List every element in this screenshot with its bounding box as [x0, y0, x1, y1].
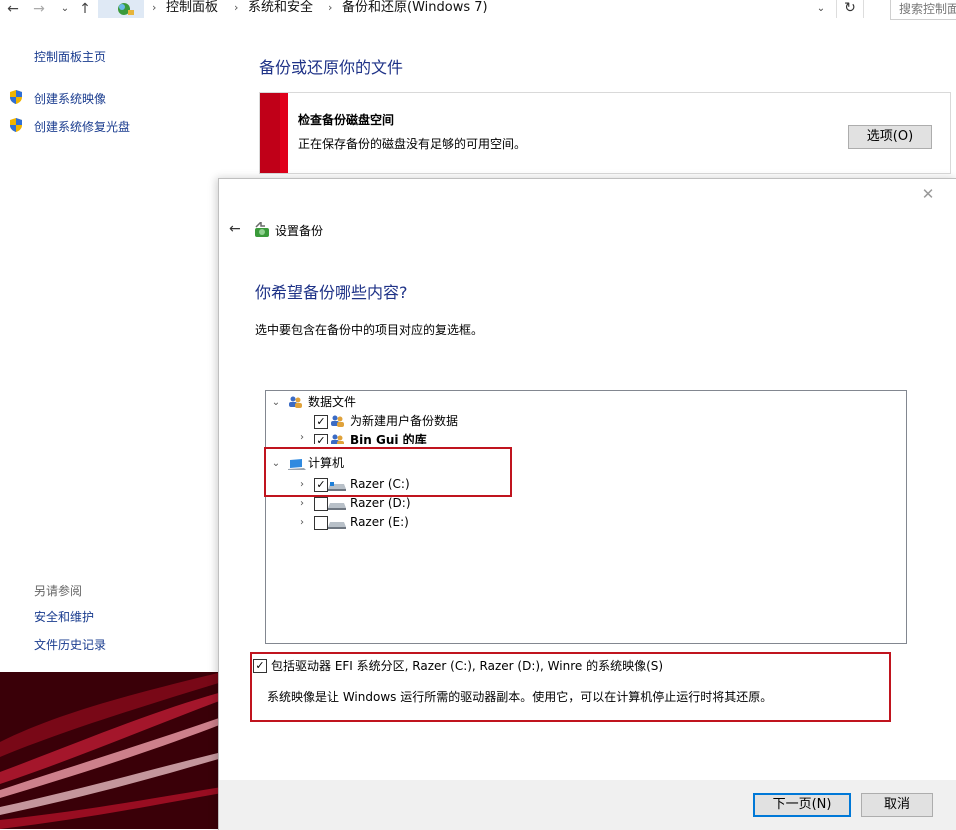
- warning-title: 检查备份磁盘空间: [298, 113, 395, 127]
- backup-items-tree[interactable]: ⌄ 数据文件 ✓ 为新建用户备份数据 › ✓ Bin Gui 的库 ⌄ 计算机 …: [265, 390, 907, 644]
- file-history-link[interactable]: 文件历史记录: [34, 636, 106, 653]
- users-icon: [331, 415, 344, 427]
- checkbox-new-users[interactable]: ✓: [314, 415, 328, 429]
- tree-item-new-users[interactable]: ✓ 为新建用户备份数据: [270, 412, 570, 431]
- wallpaper-art: [0, 672, 222, 829]
- uac-shield-icon: [10, 90, 22, 104]
- warning-description: 正在保存备份的磁盘没有足够的可用空间。: [298, 137, 527, 151]
- close-icon[interactable]: ✕: [919, 185, 937, 203]
- address-bar: ← → ⌄ ↑ › 控制面板 › 系统和安全 › 备份和还原(Windows 7…: [0, 0, 956, 22]
- search-input[interactable]: 搜索控制面板: [890, 0, 956, 20]
- tree-item-library[interactable]: › ✓ Bin Gui 的库: [270, 431, 570, 444]
- users-icon: [289, 396, 302, 408]
- tree-item-label: 为新建用户备份数据: [350, 414, 459, 428]
- refresh-icon[interactable]: ↻: [836, 0, 864, 18]
- next-button[interactable]: 下一页(N): [753, 793, 851, 817]
- back-arrow-icon[interactable]: ←: [229, 221, 241, 237]
- breadcrumb-backup-restore[interactable]: 备份和还原(Windows 7): [342, 0, 488, 18]
- create-repair-disc-link[interactable]: 创建系统修复光盘: [34, 118, 130, 135]
- expand-chevron-icon[interactable]: ›: [296, 513, 308, 532]
- page-title: 备份或还原你的文件: [259, 58, 404, 77]
- highlight-annotation: [250, 652, 891, 722]
- highlight-annotation: [264, 447, 512, 497]
- setup-backup-dialog: ✕ ← 设置备份 你希望备份哪些内容? 选中要包含在备份中的项目对应的复选框。 …: [218, 178, 956, 830]
- breadcrumb-system-security[interactable]: 系统和安全: [248, 0, 313, 18]
- tree-item-label: Razer (E:): [350, 515, 409, 529]
- backup-icon: [255, 222, 269, 237]
- breadcrumb-control-panel[interactable]: 控制面板: [166, 0, 218, 18]
- dialog-footer: 下一页(N) 取消: [219, 780, 956, 830]
- up-arrow-icon[interactable]: ↑: [76, 0, 94, 18]
- uac-shield-icon: [10, 118, 22, 132]
- tree-item-label: Bin Gui 的库: [350, 433, 427, 444]
- breadcrumb-separator-icon: ›: [152, 1, 157, 14]
- desktop-wallpaper: [0, 672, 222, 829]
- breadcrumb-separator-icon: ›: [234, 1, 239, 14]
- security-maintenance-link[interactable]: 安全和维护: [34, 608, 94, 625]
- expand-chevron-icon[interactable]: ›: [296, 431, 308, 444]
- recent-locations-chevron-icon[interactable]: ⌄: [56, 0, 74, 18]
- warning-panel: 检查备份磁盘空间 正在保存备份的磁盘没有足够的可用空间。 选项(O): [259, 92, 951, 174]
- cancel-button[interactable]: 取消: [861, 793, 933, 817]
- warning-stripe-accent: [280, 93, 288, 173]
- tree-item-drive-e[interactable]: › Razer (E:): [270, 513, 570, 532]
- users-icon: [331, 434, 344, 444]
- dialog-title: 设置备份: [275, 224, 324, 238]
- breadcrumb-separator-icon: ›: [328, 1, 333, 14]
- create-system-image-link[interactable]: 创建系统映像: [34, 90, 106, 107]
- control-panel-home-link[interactable]: 控制面板主页: [34, 48, 106, 65]
- options-button[interactable]: 选项(O): [848, 125, 932, 149]
- control-panel-icon: [98, 0, 144, 18]
- dialog-question: 你希望备份哪些内容?: [255, 283, 408, 302]
- drive-icon: [328, 522, 346, 529]
- forward-arrow-icon[interactable]: →: [30, 0, 48, 18]
- tree-item-label: 数据文件: [308, 395, 357, 409]
- warning-stripe: [260, 93, 280, 173]
- checkbox-drive-d[interactable]: [314, 497, 328, 511]
- tree-item-data-files[interactable]: ⌄ 数据文件: [270, 393, 570, 412]
- checkbox-drive-e[interactable]: [314, 516, 328, 530]
- address-dropdown-icon[interactable]: ⌄: [812, 0, 830, 18]
- dialog-instruction: 选中要包含在备份中的项目对应的复选框。: [255, 323, 484, 337]
- collapse-chevron-icon[interactable]: ⌄: [270, 393, 282, 412]
- see-also-heading: 另请参阅: [34, 584, 83, 598]
- back-arrow-icon[interactable]: ←: [4, 0, 22, 18]
- drive-icon: [328, 503, 346, 510]
- checkbox-library[interactable]: ✓: [314, 434, 328, 444]
